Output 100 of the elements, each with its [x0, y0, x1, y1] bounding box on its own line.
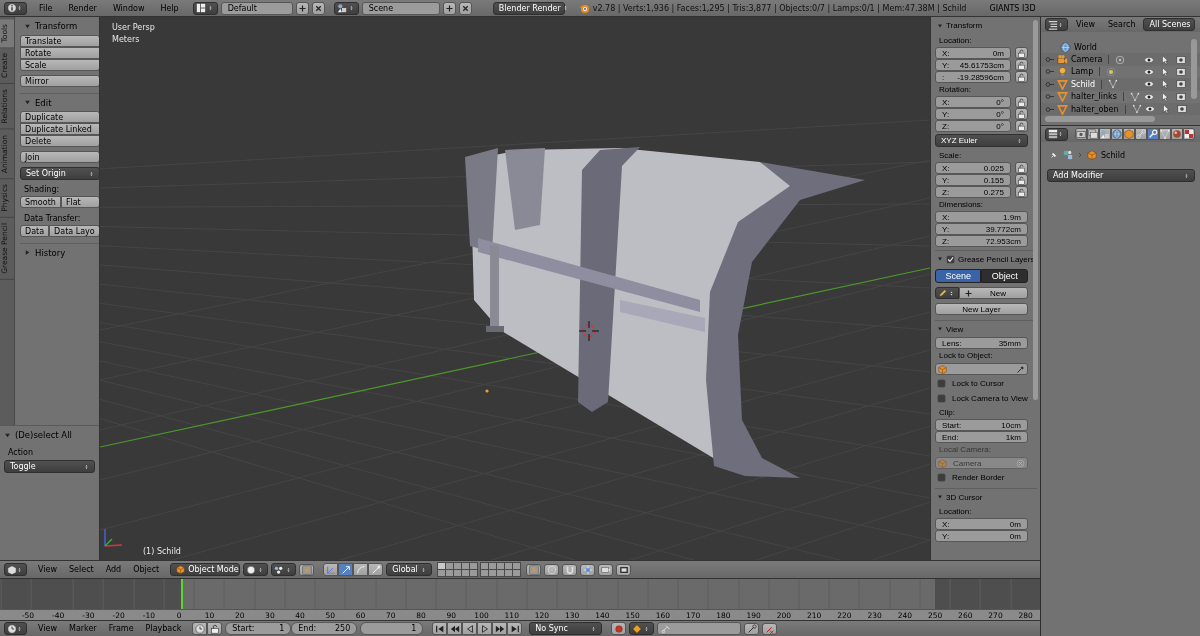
render-camera-icon[interactable]	[1176, 79, 1186, 90]
tool-button[interactable]: Duplicate	[20, 111, 99, 123]
orientation-dropdown[interactable]: Global	[386, 563, 433, 576]
number-field[interactable]: X: 0m	[935, 47, 1011, 59]
panel-header[interactable]: History	[20, 243, 99, 261]
menu-item[interactable]: Select	[64, 565, 99, 574]
lock-button[interactable]	[1014, 47, 1028, 59]
menu-item[interactable]: Add	[100, 565, 127, 574]
record-button[interactable]	[611, 622, 627, 635]
tool-button[interactable]: Delete	[20, 135, 99, 147]
cursor-icon[interactable]	[1160, 91, 1170, 102]
rotate-button[interactable]	[353, 563, 369, 576]
number-field[interactable]: Z: 0.275	[935, 186, 1011, 198]
menu-item[interactable]: File	[34, 3, 58, 13]
lock-button[interactable]	[1014, 108, 1028, 120]
cursor-icon[interactable]	[1160, 79, 1170, 90]
expand-icon[interactable]	[1045, 67, 1054, 77]
checkbox[interactable]	[937, 394, 946, 403]
menu-item[interactable]: Frame	[103, 624, 139, 633]
properties-tab[interactable]	[1099, 128, 1111, 140]
menu-item[interactable]: Help	[155, 3, 184, 13]
layer-grid[interactable]	[437, 562, 522, 577]
tool-button[interactable]: Join	[20, 151, 99, 163]
previous-keyframe-button[interactable]	[447, 622, 463, 635]
render-camera-icon[interactable]	[1176, 66, 1186, 77]
render-engine-dropdown[interactable]: Blender Render	[492, 1, 565, 15]
tool-button[interactable]: Data Layo	[49, 225, 99, 237]
translate-button[interactable]	[338, 563, 354, 576]
expand-icon[interactable]	[1045, 104, 1054, 114]
mode-dropdown[interactable]: Object Mode	[170, 563, 241, 576]
layer-button[interactable]	[526, 563, 542, 576]
properties-tab[interactable]	[1087, 128, 1099, 140]
lock-frames-button[interactable]	[207, 622, 223, 635]
menu-item[interactable]: View	[33, 565, 62, 574]
add-button[interactable]	[295, 1, 309, 15]
outliner-item[interactable]: halter_links	[1071, 92, 1117, 102]
number-field[interactable]: Lens: 35mm	[935, 337, 1028, 349]
shading-dropdown[interactable]	[243, 563, 269, 576]
editor-type-button[interactable]	[4, 563, 27, 576]
menu-item[interactable]: Playback	[140, 624, 187, 633]
menu-item[interactable]: Marker	[64, 624, 102, 633]
editor-type-button[interactable]	[4, 622, 27, 635]
menu-item[interactable]: Render	[63, 3, 102, 13]
properties-tab[interactable]	[1171, 128, 1183, 140]
render-camera-icon[interactable]	[1176, 91, 1186, 102]
display-mode-dropdown[interactable]: All Scenes	[1143, 18, 1195, 31]
lock-button[interactable]	[1014, 59, 1028, 71]
menu-item[interactable]: Search	[1103, 20, 1141, 29]
render-camera-icon[interactable]	[1176, 104, 1187, 115]
insert-keyframe-button[interactable]	[744, 622, 760, 635]
number-field[interactable]: X: 0m	[935, 518, 1028, 530]
number-field[interactable]: X: 1.9m	[935, 211, 1028, 223]
screen-layout-button[interactable]	[192, 1, 218, 15]
expand-icon[interactable]	[1045, 92, 1054, 102]
properties-tab[interactable]	[1075, 128, 1087, 140]
dropdown[interactable]: Toggle	[4, 460, 95, 473]
dropdown[interactable]: Set Origin	[20, 167, 99, 180]
panel-header[interactable]: Transform	[935, 17, 1037, 34]
lock-button[interactable]	[1014, 174, 1028, 186]
panel-header[interactable]: 3D Cursor	[935, 488, 1037, 505]
brush-button[interactable]	[935, 287, 959, 299]
scrollbar[interactable]	[1045, 116, 1155, 122]
dropdown[interactable]: XYZ Euler	[935, 134, 1028, 147]
pivot-dropdown[interactable]	[271, 563, 297, 576]
keying-dropdown[interactable]	[629, 622, 655, 635]
checkbox[interactable]	[937, 473, 946, 482]
occlude-button[interactable]	[299, 563, 315, 576]
tool-button[interactable]: Duplicate Linked	[20, 123, 99, 135]
number-field[interactable]: X: 0.025	[935, 162, 1011, 174]
checkbox[interactable]	[946, 254, 955, 264]
tool-button[interactable]: Smooth	[20, 196, 61, 208]
editor-type-button[interactable]	[1045, 127, 1068, 141]
number-field[interactable]: : -19.28596cm	[935, 71, 1011, 83]
proportional-edit-button[interactable]	[544, 563, 560, 576]
play-button[interactable]	[477, 622, 493, 635]
eyedropper-icon[interactable]	[1015, 364, 1025, 374]
properties-tab[interactable]	[1183, 128, 1195, 140]
panel-header[interactable]: Transform	[20, 17, 99, 35]
jump-end-button[interactable]	[507, 622, 523, 635]
cursor-icon[interactable]	[1160, 66, 1170, 77]
delete-keyframe-button[interactable]	[762, 622, 778, 635]
checkbox[interactable]	[937, 379, 946, 388]
editor-type-button[interactable]	[4, 1, 27, 15]
tab[interactable]: Scene	[935, 269, 982, 283]
render-camera-icon[interactable]	[1176, 54, 1186, 65]
add-modifier-dropdown[interactable]: Add Modifier	[1047, 169, 1195, 182]
properties-tab[interactable]	[1159, 128, 1171, 140]
number-field[interactable]: X: 0°	[935, 96, 1011, 108]
scene-field[interactable]: Scene	[361, 1, 440, 15]
number-field[interactable]: End: 1km	[935, 431, 1028, 443]
render-view-button[interactable]	[598, 563, 614, 576]
tool-button[interactable]: Mirror	[20, 75, 99, 87]
manipulator-button[interactable]	[323, 563, 339, 576]
close-button[interactable]	[311, 1, 325, 15]
menu-item[interactable]: Object	[128, 565, 165, 574]
next-keyframe-button[interactable]	[492, 622, 508, 635]
layout-field[interactable]: Default	[220, 1, 293, 15]
number-field[interactable]: Y: 0m	[935, 530, 1028, 542]
new-layer-button[interactable]: New Layer	[935, 303, 1028, 315]
number-field[interactable]: Y: 39.772cm	[935, 223, 1028, 235]
